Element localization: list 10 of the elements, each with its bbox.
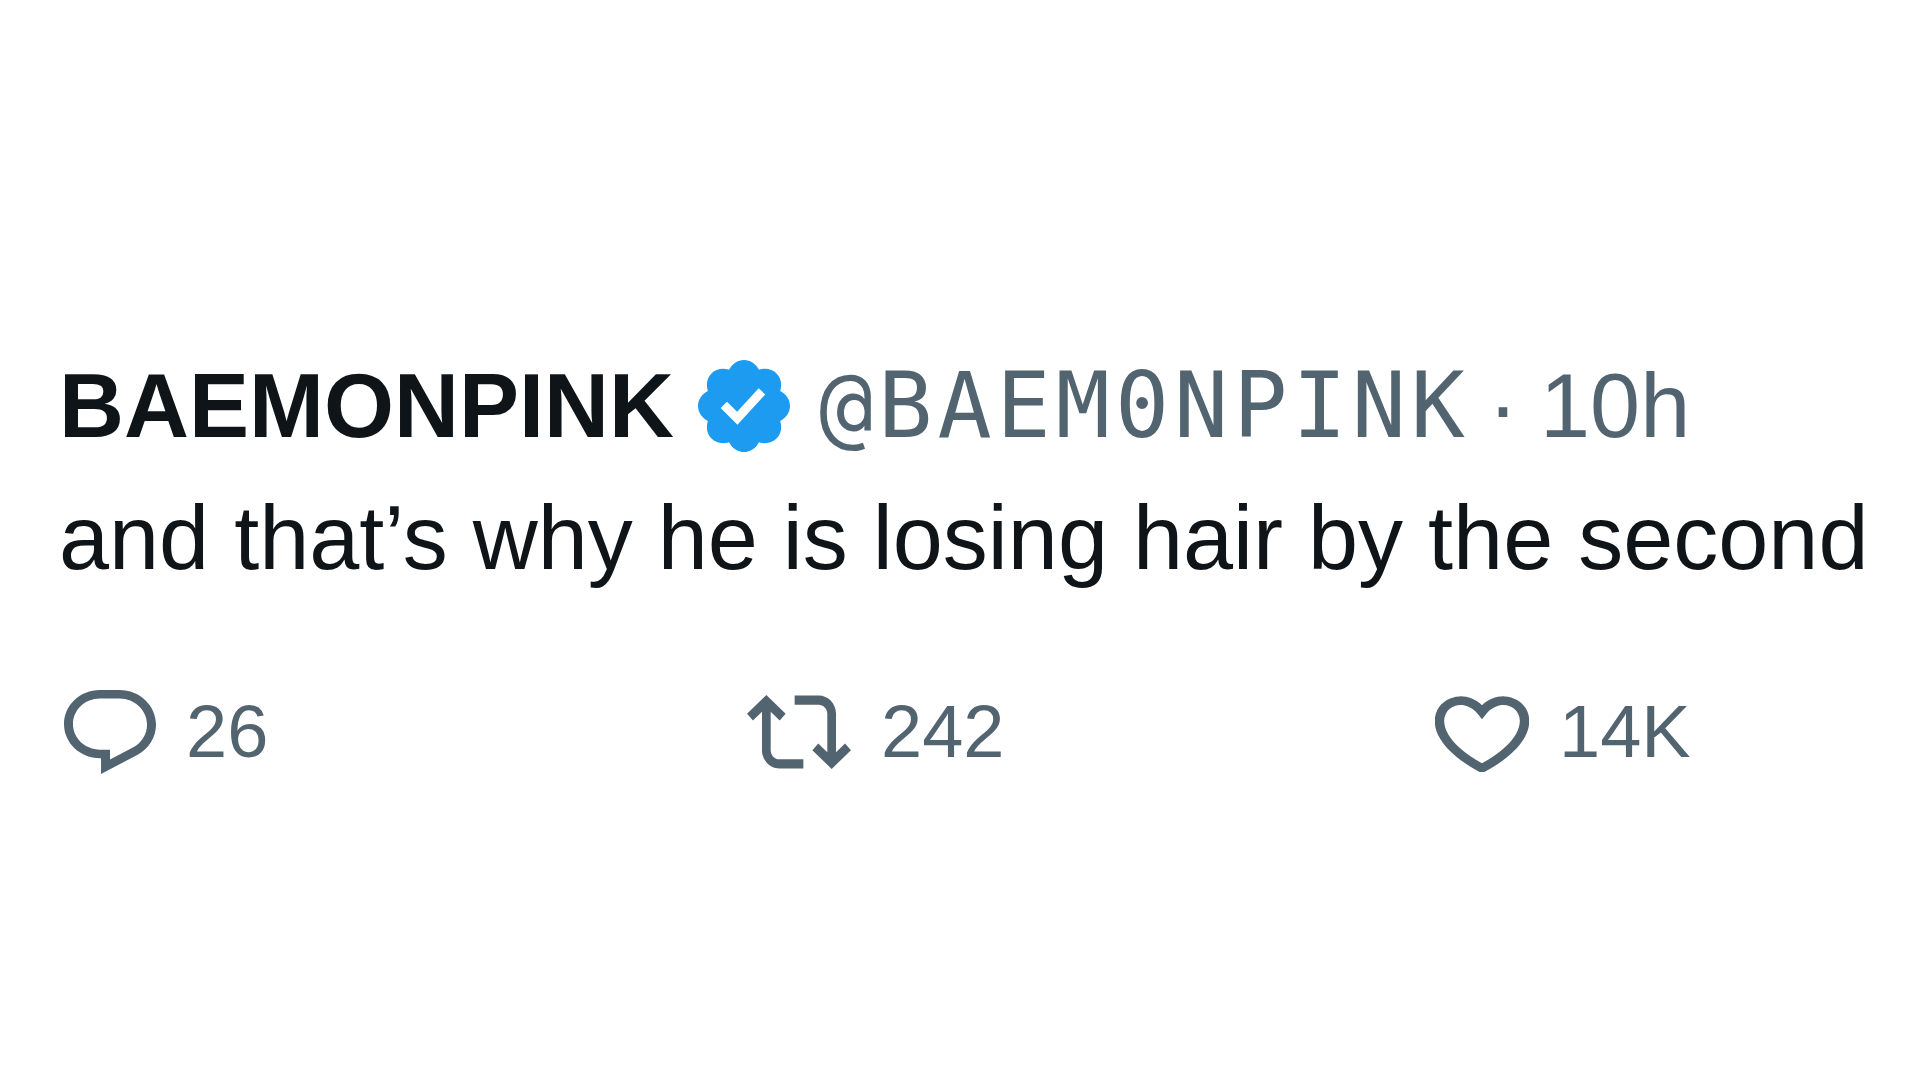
post-text: and that’s why he is losing hair by the second — [59, 487, 1870, 590]
reply-button[interactable]: 26 — [64, 690, 269, 774]
separator-dot: · — [1488, 355, 1519, 458]
repost-arrows-icon — [747, 695, 851, 769]
repost-button[interactable]: 242 — [747, 690, 1005, 774]
speech-bubble-icon — [64, 690, 156, 774]
author-name[interactable]: BAEMONPINK — [59, 352, 674, 460]
author-handle[interactable]: @BAEM0NPINK — [819, 352, 1471, 460]
post-time[interactable]: 10h — [1540, 352, 1691, 460]
like-button[interactable]: 14K — [1435, 690, 1691, 774]
